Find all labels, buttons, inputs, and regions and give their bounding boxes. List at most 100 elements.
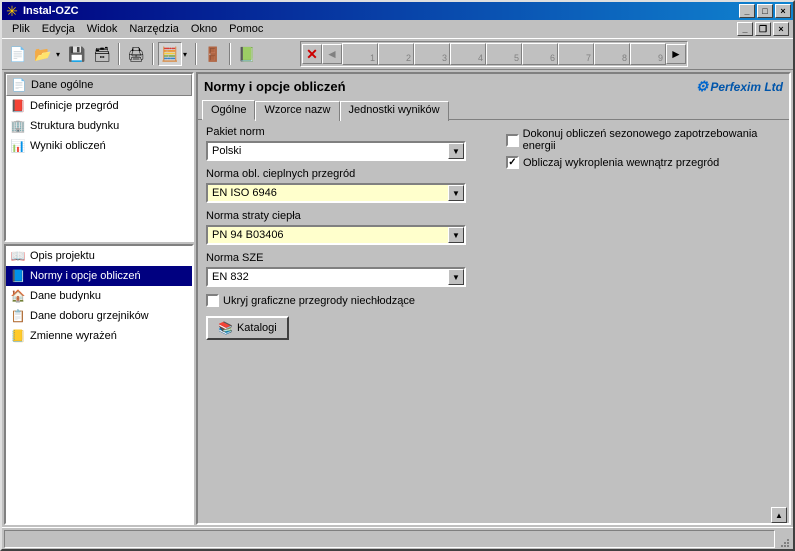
book-blue-icon: 📘 (10, 268, 26, 284)
chevron-down-icon[interactable]: ▼ (448, 269, 464, 285)
book-icon: 📕 (10, 98, 26, 114)
tb-new-button[interactable]: 📄 (6, 42, 30, 66)
label-norma-sze: Norma SZE (206, 252, 486, 264)
button-label: Katalogi (237, 322, 277, 334)
numstrip-close-button[interactable]: ✕ (302, 44, 322, 64)
numstrip-cell[interactable]: 1 (342, 43, 378, 65)
numstrip-cell[interactable]: 4 (450, 43, 486, 65)
checkbox-label: Obliczaj wykroplenia wewnątrz przegród (523, 157, 719, 169)
checkbox-input[interactable] (506, 156, 519, 169)
app-window: ✳ Instal-OZC _ □ × Plik Edycja Widok Nar… (0, 0, 795, 551)
nav-item-dane-ogolne[interactable]: 📄 Dane ogólne (6, 74, 192, 96)
nav-item-definicje[interactable]: 📕 Definicje przegród (6, 96, 192, 116)
brand-logo: ⚙ Perfexim Ltd (696, 78, 783, 95)
tab-wzorce[interactable]: Wzorce nazw (255, 101, 339, 121)
chart-icon: 📊 (10, 138, 26, 154)
content-header: Normy i opcje obliczeń ⚙ Perfexim Ltd (198, 74, 789, 99)
numstrip-cell[interactable]: 7 (558, 43, 594, 65)
house-icon: 🏠 (10, 288, 26, 304)
katalogi-button[interactable]: 📚 Katalogi (206, 316, 289, 340)
nav-item-normy[interactable]: 📘 Normy i opcje obliczeń (6, 266, 192, 286)
nav-item-dane-budynku[interactable]: 🏠 Dane budynku (6, 286, 192, 306)
nav-label: Definicje przegród (30, 100, 119, 112)
tab-ogolne[interactable]: Ogólne (202, 100, 255, 120)
menu-plik[interactable]: Plik (6, 21, 36, 37)
book-open-icon: 📖 (10, 248, 26, 264)
minimize-button[interactable]: _ (739, 4, 755, 18)
numstrip-next-button[interactable]: ► (666, 44, 686, 64)
scroll-up-button[interactable]: ▲ (771, 507, 787, 523)
checkbox-obliczaj[interactable]: Obliczaj wykroplenia wewnątrz przegród (506, 156, 781, 169)
combo-norma-straty[interactable]: PN 94 B03406 ▼ (206, 225, 466, 245)
label-norma-ciepl: Norma obl. cieplnych przegród (206, 168, 486, 180)
mdi-minimize-button[interactable]: _ (737, 22, 753, 36)
building-icon: 🏢 (10, 118, 26, 134)
checkbox-input[interactable] (506, 134, 519, 147)
ledger-icon: 📒 (10, 328, 26, 344)
tb-print-button[interactable]: 🖨 (124, 42, 148, 66)
chevron-down-icon[interactable]: ▼ (448, 143, 464, 159)
tb-saveall-button[interactable]: 🗃 (90, 42, 114, 66)
form-left-column: Pakiet norm Polski ▼ Norma obl. cieplnyc… (206, 126, 486, 340)
window-controls: _ □ × (739, 4, 791, 18)
numstrip-cell[interactable]: 5 (486, 43, 522, 65)
statusbar (2, 527, 793, 549)
window-title: Instal-OZC (23, 5, 739, 17)
chevron-down-icon[interactable]: ▼ (448, 185, 464, 201)
checkbox-input[interactable] (206, 294, 219, 307)
nav-tree-top: 📄 Dane ogólne 📕 Definicje przegród 🏢 Str… (4, 72, 194, 242)
chevron-down-icon[interactable]: ▼ (448, 227, 464, 243)
menu-widok[interactable]: Widok (81, 21, 124, 37)
maximize-button[interactable]: □ (757, 4, 773, 18)
app-icon: ✳ (4, 3, 20, 19)
mdi-close-button[interactable]: × (773, 22, 789, 36)
mdi-restore-button[interactable]: ❐ (755, 22, 771, 36)
gear-icon: ⚙ (696, 78, 709, 95)
nav-item-opis[interactable]: 📖 Opis projektu (6, 246, 192, 266)
menu-narzedzia[interactable]: Narzędzia (123, 21, 185, 37)
menu-edycja[interactable]: Edycja (36, 21, 81, 37)
menu-pomoc[interactable]: Pomoc (223, 21, 269, 37)
numstrip-cell[interactable]: 3 (414, 43, 450, 65)
tb-save-button[interactable]: 💾 (65, 42, 89, 66)
catalog-icon: 📚 (218, 321, 233, 335)
numstrip-cell[interactable]: 9 (630, 43, 666, 65)
nav-item-dane-doboru[interactable]: 📋 Dane doboru grzejników (6, 306, 192, 326)
checkbox-label: Ukryj graficzne przegrody niechłodzące (223, 295, 415, 307)
checkbox-dokonuj[interactable]: Dokonuj obliczeń sezonowego zapotrzebowa… (506, 128, 781, 152)
combo-pakiet[interactable]: Polski ▼ (206, 141, 466, 161)
tb-help-button[interactable]: 📗 (235, 42, 259, 66)
nav-item-zmienne[interactable]: 📒 Zmienne wyrażeń (6, 326, 192, 346)
menu-okno[interactable]: Okno (185, 21, 223, 37)
nav-label: Struktura budynku (30, 120, 119, 132)
tb-calc-dropdown[interactable]: ▾ (183, 50, 191, 59)
tb-exit-button[interactable]: 🚪 (201, 42, 225, 66)
nav-label: Zmienne wyrażeń (30, 330, 117, 342)
checkbox-ukryj[interactable]: Ukryj graficzne przegrody niechłodzące (206, 294, 486, 307)
resize-grip-icon[interactable] (775, 531, 791, 547)
tab-jednostki[interactable]: Jednostki wyników (340, 101, 449, 121)
form-area: Pakiet norm Polski ▼ Norma obl. cieplnyc… (198, 120, 789, 346)
combo-value: PN 94 B03406 (208, 227, 448, 243)
document-icon: 📄 (11, 77, 27, 93)
tb-open-dropdown[interactable]: ▾ (56, 50, 64, 59)
brand-text: Perfexim Ltd (710, 80, 783, 94)
tb-open-button[interactable]: 📂 (31, 42, 55, 66)
numstrip-cell[interactable]: 8 (594, 43, 630, 65)
nav-label: Opis projektu (30, 250, 95, 262)
clipboard-icon: 📋 (10, 308, 26, 324)
form-right-column: Dokonuj obliczeń sezonowego zapotrzebowa… (506, 126, 781, 340)
nav-item-struktura[interactable]: 🏢 Struktura budynku (6, 116, 192, 136)
titlebar: ✳ Instal-OZC _ □ × (2, 2, 793, 20)
numstrip-cell[interactable]: 2 (378, 43, 414, 65)
close-button[interactable]: × (775, 4, 791, 18)
combo-norma-sze[interactable]: EN 832 ▼ (206, 267, 466, 287)
numstrip-cell[interactable]: 6 (522, 43, 558, 65)
combo-norma-ciepl[interactable]: EN ISO 6946 ▼ (206, 183, 466, 203)
menubar: Plik Edycja Widok Narzędzia Okno Pomoc _… (2, 20, 793, 38)
combo-value: EN ISO 6946 (208, 185, 448, 201)
numstrip-prev-button[interactable]: ◄ (322, 44, 342, 64)
nav-item-wyniki[interactable]: 📊 Wyniki obliczeń (6, 136, 192, 156)
nav-tree-bottom: 📖 Opis projektu 📘 Normy i opcje obliczeń… (4, 244, 194, 525)
tb-calc-button[interactable]: 🧮 (158, 42, 182, 66)
